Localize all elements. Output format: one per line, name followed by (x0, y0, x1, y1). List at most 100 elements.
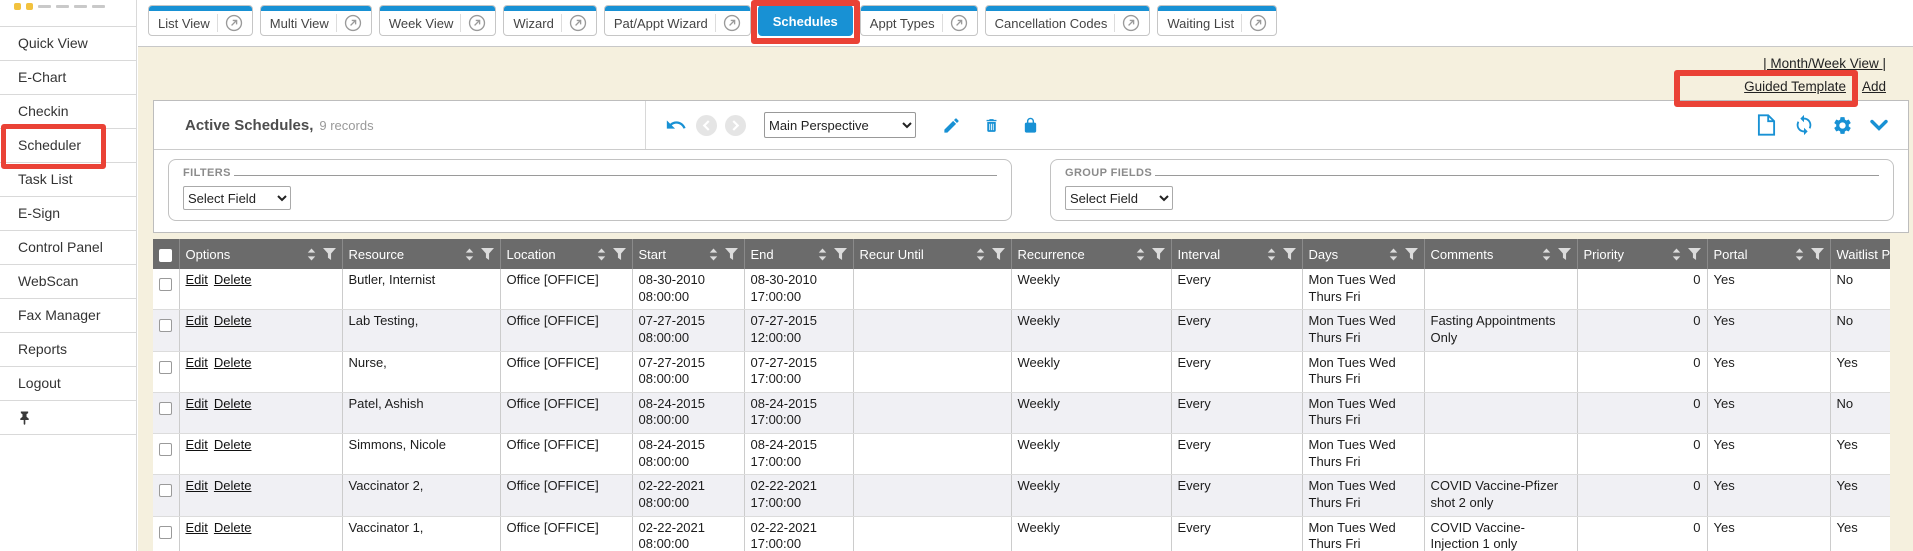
launch-icon[interactable] (723, 14, 741, 32)
sidebar-item-fax-manager[interactable]: Fax Manager (0, 299, 136, 333)
funnel-icon[interactable] (1283, 248, 1296, 260)
sidebar-item-webscan[interactable]: WebScan (0, 265, 136, 299)
sort-icon[interactable] (1795, 248, 1804, 261)
edit-link[interactable]: Edit (186, 313, 208, 328)
sort-icon[interactable] (1267, 248, 1276, 261)
sort-icon[interactable] (465, 248, 474, 261)
tab-multi-view[interactable]: Multi View (260, 5, 372, 36)
pushpin-icon[interactable] (18, 411, 31, 425)
tab-schedules[interactable]: Schedules (758, 5, 853, 36)
delete-link[interactable]: Delete (214, 313, 252, 328)
sort-icon[interactable] (307, 248, 316, 261)
delete-trash-icon[interactable] (983, 116, 1000, 135)
tab-appt-types[interactable]: Appt Types (860, 5, 978, 36)
launch-icon[interactable] (1249, 14, 1267, 32)
edit-link[interactable]: Edit (186, 520, 208, 535)
funnel-icon[interactable] (834, 248, 847, 260)
sidebar-item-control-panel[interactable]: Control Panel (0, 231, 136, 265)
column-header-interval[interactable]: Interval (1171, 239, 1302, 269)
lock-icon[interactable] (1022, 116, 1039, 135)
sort-icon[interactable] (1136, 248, 1145, 261)
launch-icon[interactable] (950, 14, 968, 32)
column-header-days[interactable]: Days (1302, 239, 1424, 269)
launch-icon[interactable] (468, 14, 486, 32)
group-fields-field-select[interactable]: Select Field (1065, 186, 1173, 210)
funnel-icon[interactable] (1558, 248, 1571, 260)
sidebar-item-e-chart[interactable]: E-Chart (0, 61, 136, 95)
column-header-location[interactable]: Location (500, 239, 632, 269)
column-header-recur-until[interactable]: Recur Until (853, 239, 1011, 269)
column-header-end[interactable]: End (744, 239, 853, 269)
sort-icon[interactable] (597, 248, 606, 261)
sidebar-item-checkin[interactable]: Checkin (0, 95, 136, 129)
funnel-icon[interactable] (1688, 248, 1701, 260)
column-header-portal[interactable]: Portal (1707, 239, 1830, 269)
tab-wizard[interactable]: Wizard (503, 5, 596, 36)
row-checkbox[interactable] (159, 443, 172, 456)
sidebar-item-logout[interactable]: Logout (0, 367, 136, 401)
funnel-icon[interactable] (481, 248, 494, 260)
perspective-select[interactable]: Main Perspective (764, 112, 916, 138)
edit-link[interactable]: Edit (186, 396, 208, 411)
undo-icon[interactable] (664, 114, 688, 136)
row-checkbox[interactable] (159, 319, 172, 332)
prev-circle-icon[interactable] (696, 115, 717, 136)
add-link[interactable]: Add (1862, 79, 1886, 94)
filters-field-select[interactable]: Select Field (183, 186, 291, 210)
row-checkbox[interactable] (159, 484, 172, 497)
sidebar-item-scheduler[interactable]: Scheduler (0, 129, 136, 163)
edit-link[interactable]: Edit (186, 355, 208, 370)
tab-week-view[interactable]: Week View (379, 5, 497, 36)
funnel-icon[interactable] (613, 248, 626, 260)
tab-pat-appt-wizard[interactable]: Pat/Appt Wizard (604, 5, 751, 36)
new-document-icon[interactable] (1757, 114, 1776, 136)
funnel-icon[interactable] (1405, 248, 1418, 260)
guided-template-link[interactable]: Guided Template (1744, 79, 1846, 94)
funnel-icon[interactable] (1811, 248, 1824, 260)
sort-icon[interactable] (1542, 248, 1551, 261)
tab-list-view[interactable]: List View (148, 5, 253, 36)
tab-waiting-list[interactable]: Waiting List (1157, 5, 1277, 36)
collapse-chevron-icon[interactable] (1870, 119, 1888, 132)
row-checkbox[interactable] (159, 402, 172, 415)
row-checkbox[interactable] (159, 361, 172, 374)
column-header-options[interactable]: Options (179, 239, 342, 269)
row-checkbox[interactable] (159, 526, 172, 539)
funnel-icon[interactable] (992, 248, 1005, 260)
launch-icon[interactable] (344, 14, 362, 32)
select-all-checkbox[interactable] (159, 249, 172, 262)
delete-link[interactable]: Delete (214, 437, 252, 452)
sort-icon[interactable] (818, 248, 827, 261)
sort-icon[interactable] (1389, 248, 1398, 261)
funnel-icon[interactable] (323, 248, 336, 260)
sidebar-item-quick-view[interactable]: Quick View (0, 27, 136, 61)
sort-icon[interactable] (709, 248, 718, 261)
month-week-view-link[interactable]: | Month/Week View | (1763, 56, 1886, 71)
column-header-start[interactable]: Start (632, 239, 744, 269)
sort-icon[interactable] (976, 248, 985, 261)
sidebar-item-e-sign[interactable]: E-Sign (0, 197, 136, 231)
sidebar-item-task-list[interactable]: Task List (0, 163, 136, 197)
edit-link[interactable]: Edit (186, 478, 208, 493)
column-header-resource[interactable]: Resource (342, 239, 500, 269)
delete-link[interactable]: Delete (214, 272, 252, 287)
edit-link[interactable]: Edit (186, 272, 208, 287)
launch-icon[interactable] (225, 14, 243, 32)
next-circle-icon[interactable] (725, 115, 746, 136)
delete-link[interactable]: Delete (214, 478, 252, 493)
tab-cancellation-codes[interactable]: Cancellation Codes (985, 5, 1151, 36)
launch-icon[interactable] (1122, 14, 1140, 32)
row-checkbox[interactable] (159, 278, 172, 291)
sidebar-item-reports[interactable]: Reports (0, 333, 136, 367)
edit-pencil-icon[interactable] (942, 116, 961, 135)
delete-link[interactable]: Delete (214, 396, 252, 411)
column-header-comments[interactable]: Comments (1424, 239, 1577, 269)
settings-gear-icon[interactable] (1832, 115, 1853, 136)
funnel-icon[interactable] (725, 248, 738, 260)
funnel-icon[interactable] (1152, 248, 1165, 260)
column-header-recurrence[interactable]: Recurrence (1011, 239, 1171, 269)
refresh-icon[interactable] (1793, 114, 1815, 136)
delete-link[interactable]: Delete (214, 520, 252, 535)
sort-icon[interactable] (1672, 248, 1681, 261)
edit-link[interactable]: Edit (186, 437, 208, 452)
